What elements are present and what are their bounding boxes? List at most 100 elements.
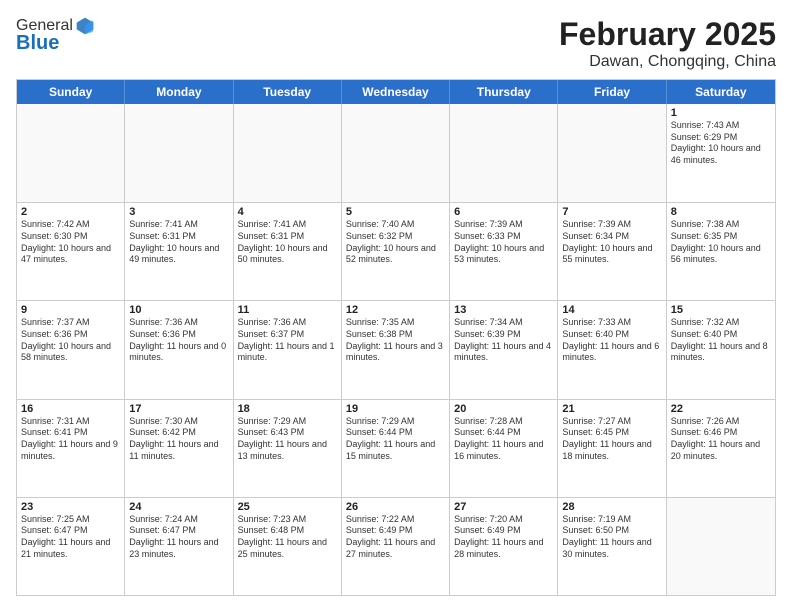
day-info-22: Sunrise: 7:26 AM Sunset: 6:46 PM Dayligh…: [671, 416, 771, 463]
day-number-1: 1: [671, 107, 771, 119]
day-info-1: Sunrise: 7:43 AM Sunset: 6:29 PM Dayligh…: [671, 120, 771, 167]
day-number-16: 16: [21, 403, 120, 415]
cal-cell-3-3: 19Sunrise: 7:29 AM Sunset: 6:44 PM Dayli…: [342, 400, 450, 497]
day-number-24: 24: [129, 501, 228, 513]
day-number-8: 8: [671, 206, 771, 218]
day-number-3: 3: [129, 206, 228, 218]
day-info-20: Sunrise: 7:28 AM Sunset: 6:44 PM Dayligh…: [454, 416, 553, 463]
day-number-15: 15: [671, 304, 771, 316]
logo-icon: [75, 16, 95, 36]
day-number-28: 28: [562, 501, 661, 513]
day-number-4: 4: [238, 206, 337, 218]
week-row-4: 23Sunrise: 7:25 AM Sunset: 6:47 PM Dayli…: [17, 497, 775, 595]
day-info-26: Sunrise: 7:22 AM Sunset: 6:49 PM Dayligh…: [346, 514, 445, 561]
cal-cell-4-3: 26Sunrise: 7:22 AM Sunset: 6:49 PM Dayli…: [342, 498, 450, 595]
day-number-21: 21: [562, 403, 661, 415]
cal-cell-0-4: [450, 104, 558, 202]
day-info-2: Sunrise: 7:42 AM Sunset: 6:30 PM Dayligh…: [21, 219, 120, 266]
cal-cell-1-1: 3Sunrise: 7:41 AM Sunset: 6:31 PM Daylig…: [125, 203, 233, 300]
cal-cell-1-3: 5Sunrise: 7:40 AM Sunset: 6:32 PM Daylig…: [342, 203, 450, 300]
cal-cell-4-0: 23Sunrise: 7:25 AM Sunset: 6:47 PM Dayli…: [17, 498, 125, 595]
day-number-19: 19: [346, 403, 445, 415]
day-number-12: 12: [346, 304, 445, 316]
day-info-11: Sunrise: 7:36 AM Sunset: 6:37 PM Dayligh…: [238, 317, 337, 364]
cal-cell-0-3: [342, 104, 450, 202]
day-number-2: 2: [21, 206, 120, 218]
day-number-18: 18: [238, 403, 337, 415]
day-number-27: 27: [454, 501, 553, 513]
cal-cell-3-4: 20Sunrise: 7:28 AM Sunset: 6:44 PM Dayli…: [450, 400, 558, 497]
cal-cell-2-4: 13Sunrise: 7:34 AM Sunset: 6:39 PM Dayli…: [450, 301, 558, 398]
cal-cell-0-6: 1Sunrise: 7:43 AM Sunset: 6:29 PM Daylig…: [667, 104, 775, 202]
cal-cell-2-3: 12Sunrise: 7:35 AM Sunset: 6:38 PM Dayli…: [342, 301, 450, 398]
day-info-14: Sunrise: 7:33 AM Sunset: 6:40 PM Dayligh…: [562, 317, 661, 364]
calendar-body: 1Sunrise: 7:43 AM Sunset: 6:29 PM Daylig…: [17, 104, 775, 595]
calendar: Sunday Monday Tuesday Wednesday Thursday…: [16, 79, 776, 596]
day-number-23: 23: [21, 501, 120, 513]
cal-cell-2-1: 10Sunrise: 7:36 AM Sunset: 6:36 PM Dayli…: [125, 301, 233, 398]
weekday-monday: Monday: [125, 80, 233, 104]
location-title: Dawan, Chongqing, China: [559, 53, 776, 71]
cal-cell-0-1: [125, 104, 233, 202]
day-info-23: Sunrise: 7:25 AM Sunset: 6:47 PM Dayligh…: [21, 514, 120, 561]
day-number-14: 14: [562, 304, 661, 316]
day-number-9: 9: [21, 304, 120, 316]
day-info-8: Sunrise: 7:38 AM Sunset: 6:35 PM Dayligh…: [671, 219, 771, 266]
day-number-6: 6: [454, 206, 553, 218]
day-number-20: 20: [454, 403, 553, 415]
day-number-22: 22: [671, 403, 771, 415]
cal-cell-2-2: 11Sunrise: 7:36 AM Sunset: 6:37 PM Dayli…: [234, 301, 342, 398]
day-info-21: Sunrise: 7:27 AM Sunset: 6:45 PM Dayligh…: [562, 416, 661, 463]
cal-cell-3-5: 21Sunrise: 7:27 AM Sunset: 6:45 PM Dayli…: [558, 400, 666, 497]
day-info-12: Sunrise: 7:35 AM Sunset: 6:38 PM Dayligh…: [346, 317, 445, 364]
cal-cell-2-0: 9Sunrise: 7:37 AM Sunset: 6:36 PM Daylig…: [17, 301, 125, 398]
day-number-11: 11: [238, 304, 337, 316]
day-info-7: Sunrise: 7:39 AM Sunset: 6:34 PM Dayligh…: [562, 219, 661, 266]
cal-cell-3-1: 17Sunrise: 7:30 AM Sunset: 6:42 PM Dayli…: [125, 400, 233, 497]
day-number-13: 13: [454, 304, 553, 316]
page: General Blue February 2025 Dawan, Chongq…: [0, 0, 792, 612]
day-info-6: Sunrise: 7:39 AM Sunset: 6:33 PM Dayligh…: [454, 219, 553, 266]
day-number-5: 5: [346, 206, 445, 218]
cal-cell-3-2: 18Sunrise: 7:29 AM Sunset: 6:43 PM Dayli…: [234, 400, 342, 497]
cal-cell-3-6: 22Sunrise: 7:26 AM Sunset: 6:46 PM Dayli…: [667, 400, 775, 497]
cal-cell-0-5: [558, 104, 666, 202]
day-info-13: Sunrise: 7:34 AM Sunset: 6:39 PM Dayligh…: [454, 317, 553, 364]
day-info-28: Sunrise: 7:19 AM Sunset: 6:50 PM Dayligh…: [562, 514, 661, 561]
day-info-25: Sunrise: 7:23 AM Sunset: 6:48 PM Dayligh…: [238, 514, 337, 561]
day-number-10: 10: [129, 304, 228, 316]
calendar-header: Sunday Monday Tuesday Wednesday Thursday…: [17, 80, 775, 104]
cal-cell-1-0: 2Sunrise: 7:42 AM Sunset: 6:30 PM Daylig…: [17, 203, 125, 300]
day-info-4: Sunrise: 7:41 AM Sunset: 6:31 PM Dayligh…: [238, 219, 337, 266]
week-row-2: 9Sunrise: 7:37 AM Sunset: 6:36 PM Daylig…: [17, 300, 775, 398]
weekday-friday: Friday: [558, 80, 666, 104]
day-info-19: Sunrise: 7:29 AM Sunset: 6:44 PM Dayligh…: [346, 416, 445, 463]
title-block: February 2025 Dawan, Chongqing, China: [559, 16, 776, 71]
week-row-3: 16Sunrise: 7:31 AM Sunset: 6:41 PM Dayli…: [17, 399, 775, 497]
day-info-17: Sunrise: 7:30 AM Sunset: 6:42 PM Dayligh…: [129, 416, 228, 463]
day-info-24: Sunrise: 7:24 AM Sunset: 6:47 PM Dayligh…: [129, 514, 228, 561]
cal-cell-4-1: 24Sunrise: 7:24 AM Sunset: 6:47 PM Dayli…: [125, 498, 233, 595]
cal-cell-4-4: 27Sunrise: 7:20 AM Sunset: 6:49 PM Dayli…: [450, 498, 558, 595]
day-number-25: 25: [238, 501, 337, 513]
cal-cell-4-2: 25Sunrise: 7:23 AM Sunset: 6:48 PM Dayli…: [234, 498, 342, 595]
weekday-wednesday: Wednesday: [342, 80, 450, 104]
cal-cell-3-0: 16Sunrise: 7:31 AM Sunset: 6:41 PM Dayli…: [17, 400, 125, 497]
cal-cell-1-6: 8Sunrise: 7:38 AM Sunset: 6:35 PM Daylig…: [667, 203, 775, 300]
day-info-3: Sunrise: 7:41 AM Sunset: 6:31 PM Dayligh…: [129, 219, 228, 266]
cal-cell-1-5: 7Sunrise: 7:39 AM Sunset: 6:34 PM Daylig…: [558, 203, 666, 300]
logo: General Blue: [16, 16, 95, 55]
cal-cell-2-6: 15Sunrise: 7:32 AM Sunset: 6:40 PM Dayli…: [667, 301, 775, 398]
month-title: February 2025: [559, 16, 776, 53]
week-row-0: 1Sunrise: 7:43 AM Sunset: 6:29 PM Daylig…: [17, 104, 775, 202]
cal-cell-4-5: 28Sunrise: 7:19 AM Sunset: 6:50 PM Dayli…: [558, 498, 666, 595]
header: General Blue February 2025 Dawan, Chongq…: [16, 16, 776, 71]
week-row-1: 2Sunrise: 7:42 AM Sunset: 6:30 PM Daylig…: [17, 202, 775, 300]
cal-cell-4-6: [667, 498, 775, 595]
day-info-27: Sunrise: 7:20 AM Sunset: 6:49 PM Dayligh…: [454, 514, 553, 561]
day-info-18: Sunrise: 7:29 AM Sunset: 6:43 PM Dayligh…: [238, 416, 337, 463]
weekday-sunday: Sunday: [17, 80, 125, 104]
day-number-17: 17: [129, 403, 228, 415]
day-number-26: 26: [346, 501, 445, 513]
day-info-15: Sunrise: 7:32 AM Sunset: 6:40 PM Dayligh…: [671, 317, 771, 364]
